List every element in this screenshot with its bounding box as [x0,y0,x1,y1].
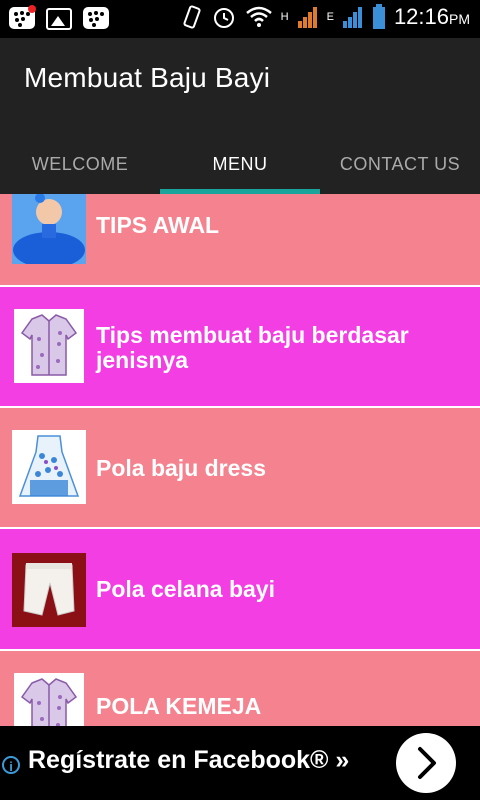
list-item[interactable]: Tips membuat baju berdasar jenisnya [0,287,480,408]
tab-bar: WELCOME MENU CONTACT US [0,134,480,194]
ad-text[interactable]: Regístrate en Facebook® » [28,746,349,775]
battery-icon [372,4,385,29]
list-item[interactable]: TIPS AWAL [0,194,480,287]
thumbnail-baby-blue-dress [12,194,86,264]
signal-icon [297,7,317,28]
clock: 12:16PM [393,4,470,29]
network-type-label-2: E [326,11,334,23]
list-item[interactable]: POLA KEMEJA [0,651,480,726]
wifi-icon [245,6,272,27]
alarm-icon [213,8,234,28]
ad-arrow-button[interactable] [396,733,456,793]
network-type-label: H [280,11,289,23]
item-label: Pola baju dress [96,455,267,481]
thumbnail-purple-shirt [14,309,84,383]
chevron-right-icon [418,747,436,779]
ad-banner[interactable]: i Regístrate en Facebook® » [0,726,480,800]
picture-icon [46,8,72,30]
tab-label: CONTACT US [339,153,461,174]
tab-label: WELCOME [31,153,129,174]
ad-info-icon[interactable]: i [2,756,20,774]
thumbnail-white-pants [12,553,86,627]
list-item[interactable]: Pola baju dress [0,408,480,529]
tab-welcome[interactable]: WELCOME [0,134,160,194]
item-label: POLA KEMEJA [96,693,262,719]
app-title: Membuat Baju Bayi [24,62,271,93]
system-icons: H E 12:16PM [181,4,470,30]
app-bar: Membuat Baju Bayi WELCOME MENU CONTACT U… [0,38,480,194]
list-item[interactable]: Pola celana bayi [0,529,480,651]
thumbnail-purple-shirt [14,673,84,726]
signal-icon-2 [342,7,362,28]
thumbnail-floral-dress [12,430,86,504]
menu-list[interactable]: TIPS AWAL Tips membuat baju berdasar jen… [0,194,480,726]
notification-icons [8,5,110,33]
blackberry-messenger-icon [83,7,109,29]
item-label: TIPS AWAL [96,212,220,238]
tab-label: MENU [212,153,268,174]
blackberry-messenger-icon [9,5,36,29]
tab-menu[interactable]: MENU [160,134,320,194]
status-bar: H E 12:16PM [0,0,480,38]
vibrate-icon [183,5,201,29]
item-label: Tips membuat baju berdasar jenisnya [96,322,409,373]
tab-contact-us[interactable]: CONTACT US [320,134,480,194]
item-label: Pola celana bayi [96,576,275,602]
